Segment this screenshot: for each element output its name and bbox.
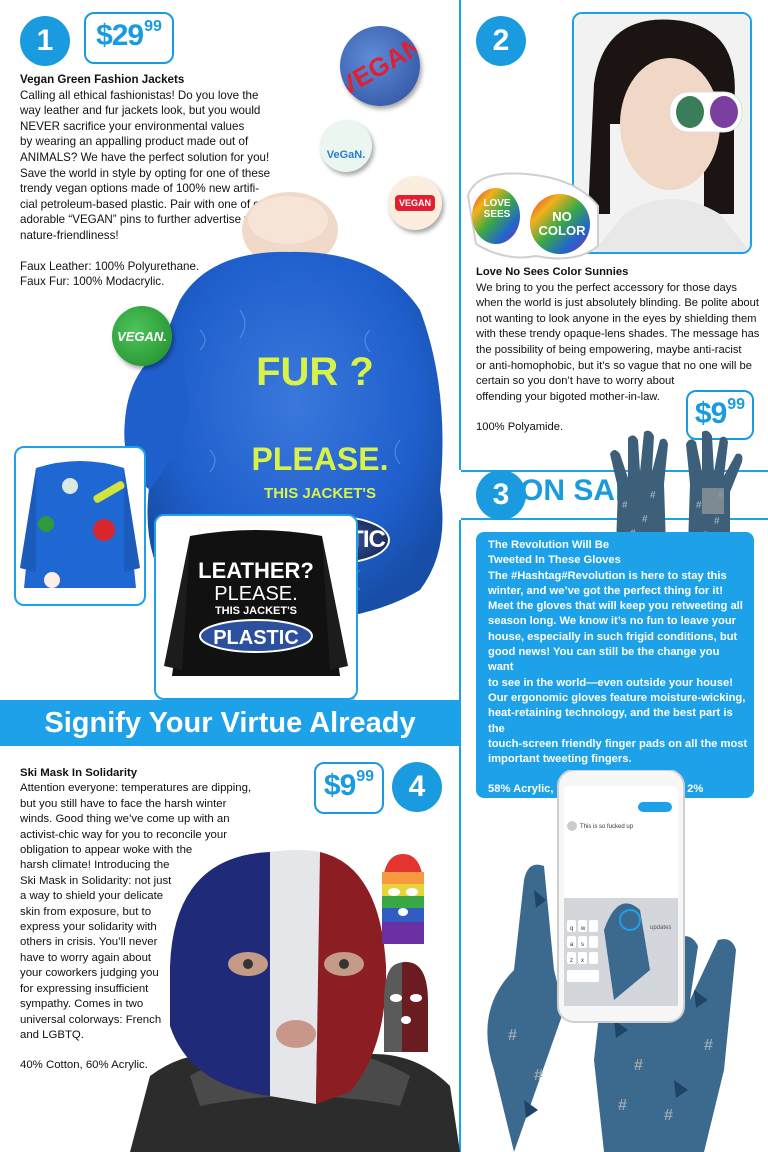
leather-text-1: LEATHER?	[198, 558, 314, 583]
model-illustration	[574, 14, 750, 252]
product-description: The #Hashtag#Revolution is here to stay …	[488, 569, 748, 766]
vegan-pin-red: VEGAN	[340, 26, 420, 106]
jacket-back-text-1: FUR ?	[256, 350, 374, 394]
product-number-2: 2	[476, 16, 526, 66]
ski-mask-lgbtq	[382, 854, 424, 944]
svg-text:#: #	[696, 500, 702, 511]
svg-text:#: #	[650, 490, 656, 501]
price-cents: 99	[356, 768, 375, 785]
leather-text-2: PLEASE.	[214, 583, 297, 605]
ski-mask-french	[384, 962, 428, 1052]
vegan-pin-green: VEGAN.	[112, 306, 172, 366]
vegan-pin-flower: VeGaN.	[320, 120, 372, 172]
svg-text:#: #	[622, 500, 628, 511]
leather-sleeve-text: VEGAN	[335, 574, 356, 622]
lens-text-left: LOVE SEES	[483, 198, 511, 220]
product-number-3: 3	[476, 470, 526, 520]
product-title: Ski Mask In Solidarity	[20, 767, 138, 779]
price-main: $29	[96, 19, 144, 52]
jacket-back-text-3: THIS JACKET'S	[264, 485, 376, 502]
phone-key-q: q	[570, 926, 573, 932]
price-cents: 99	[727, 396, 746, 413]
leather-jacket-illustration: LEATHER? PLEASE. THIS JACKET'S PLASTIC V…	[164, 530, 356, 676]
svg-text:#: #	[704, 1037, 713, 1054]
price-main: $9	[323, 769, 356, 802]
banner-text: Signify Your Virtue Already	[44, 706, 416, 739]
phone-suggestion: updates	[650, 925, 671, 931]
phone-key-x: x	[581, 958, 584, 964]
phone-key-s: s	[581, 942, 584, 948]
virtue-banner: Signify Your Virtue Already	[0, 700, 460, 746]
product-number-1: 1	[20, 16, 70, 66]
product-title: Love No Sees Color Sunnies	[476, 266, 629, 278]
leather-text-4: PLASTIC	[213, 627, 299, 649]
svg-text:#: #	[618, 1097, 627, 1114]
product-title: Vegan Green Fashion Jackets	[20, 73, 185, 86]
leather-jacket-thumbnail: LEATHER? PLEASE. THIS JACKET'S PLASTIC V…	[154, 514, 358, 700]
svg-text:#: #	[642, 514, 648, 525]
price-cents: 99	[144, 18, 162, 35]
svg-text:#: #	[534, 1067, 543, 1084]
hashtag-gloves-pair: #### ####	[610, 430, 743, 546]
product-number-4: 4	[392, 762, 442, 812]
catalog-page: 1 $29 99 Vegan Green Fashion Jackets Call…	[0, 0, 768, 1152]
sale-product-card: The Revolution Will Be Tweeted In These …	[476, 532, 754, 811]
product-description: We bring to you the perfect accessory fo…	[476, 281, 760, 403]
phone-tweet-text: This is so fucked up	[580, 824, 634, 830]
blue-jacket-thumbnail	[14, 446, 146, 606]
price-tag-1: $29 99	[84, 12, 174, 64]
phone-key-z: z	[570, 958, 573, 964]
svg-text:#: #	[664, 1107, 673, 1124]
product-title: The Revolution Will Be Tweeted In These …	[488, 539, 621, 567]
vegan-pin-heart: VEGAN	[388, 176, 442, 230]
price-tag-4: $9 99	[314, 762, 384, 814]
leather-text-3: THIS JACKET'S	[215, 605, 297, 617]
svg-text:#: #	[714, 516, 720, 527]
gloved-hands-with-phone: # # # # # # This is so fucked up updates q w…	[487, 770, 736, 1152]
svg-text:#: #	[634, 1057, 643, 1074]
jacket-back-text-2: PLEASE.	[252, 441, 389, 477]
lens-text-right: NO COLOR	[538, 209, 586, 238]
blue-jacket-illustration	[20, 461, 140, 588]
phone-key-w: w	[580, 926, 586, 932]
svg-text:#: #	[508, 1027, 517, 1044]
